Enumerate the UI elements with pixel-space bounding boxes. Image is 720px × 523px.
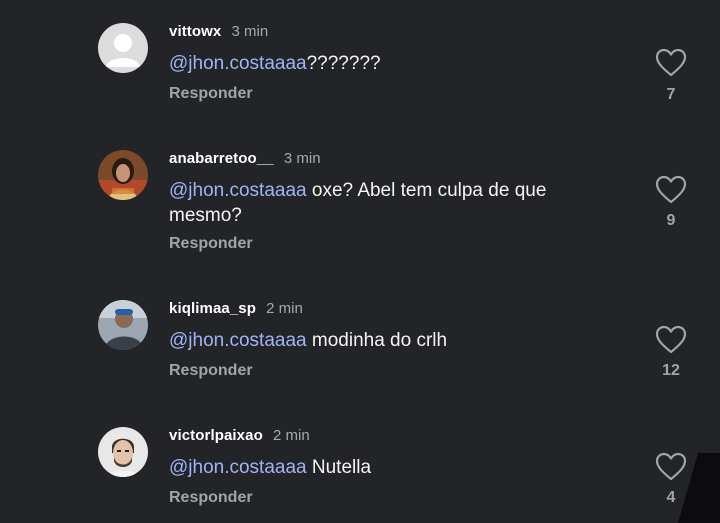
- comment-text: @jhon.costaaaa???????: [169, 51, 609, 76]
- mention-link[interactable]: @jhon.costaaaa: [169, 53, 307, 74]
- timestamp: 2 min: [273, 427, 310, 444]
- comment-meta: anabarretoo__ 3 min: [169, 150, 321, 167]
- timestamp: 2 min: [266, 300, 303, 317]
- heart-icon: [655, 325, 687, 354]
- timestamp: 3 min: [283, 150, 321, 167]
- reply-button[interactable]: Responder: [169, 235, 253, 253]
- username[interactable]: vittowx: [169, 23, 221, 40]
- timestamp: 3 min: [231, 23, 269, 40]
- avatar[interactable]: [98, 150, 148, 200]
- comment-text: @jhon.costaaaa modinha do crlh: [169, 328, 609, 353]
- reply-button[interactable]: Responder: [169, 489, 253, 507]
- like-button[interactable]: [655, 325, 687, 355]
- like-button[interactable]: [655, 48, 687, 78]
- comment-meta: kiqlimaa_sp 2 min: [169, 300, 303, 317]
- reply-button[interactable]: Responder: [169, 362, 253, 380]
- comment-content: ???????: [306, 53, 381, 74]
- username[interactable]: kiqlimaa_sp: [169, 300, 256, 317]
- comment-text: @jhon.costaaaa Nutella: [169, 455, 609, 480]
- comment-meta: vittowx 3 min: [169, 23, 268, 40]
- like-button[interactable]: [655, 175, 687, 205]
- default-avatar-icon: [98, 23, 148, 73]
- avatar[interactable]: [98, 300, 148, 350]
- profile-photo: [98, 300, 148, 350]
- like-count: 7: [666, 86, 676, 103]
- comment-content: Nutella: [306, 457, 372, 478]
- mention-link[interactable]: @jhon.costaaaa: [169, 330, 307, 351]
- profile-photo: [98, 427, 148, 477]
- heart-icon: [655, 48, 687, 77]
- username[interactable]: victorlpaixao: [169, 427, 263, 444]
- comment-text: @jhon.costaaaa oxe? Abel tem culpa de qu…: [169, 178, 609, 228]
- mention-link[interactable]: @jhon.costaaaa: [169, 457, 307, 478]
- like-count: 12: [662, 362, 680, 379]
- comment-content: modinha do crlh: [306, 330, 448, 351]
- mention-link[interactable]: @jhon.costaaaa: [169, 180, 307, 201]
- avatar[interactable]: [98, 427, 148, 477]
- edge-overlay: [678, 453, 720, 523]
- avatar[interactable]: [98, 23, 148, 73]
- reply-button[interactable]: Responder: [169, 85, 253, 103]
- comment-meta: victorlpaixao 2 min: [169, 427, 310, 444]
- heart-icon: [655, 175, 687, 204]
- username[interactable]: anabarretoo__: [169, 150, 274, 167]
- like-count: 9: [666, 212, 676, 229]
- profile-photo: [98, 150, 148, 200]
